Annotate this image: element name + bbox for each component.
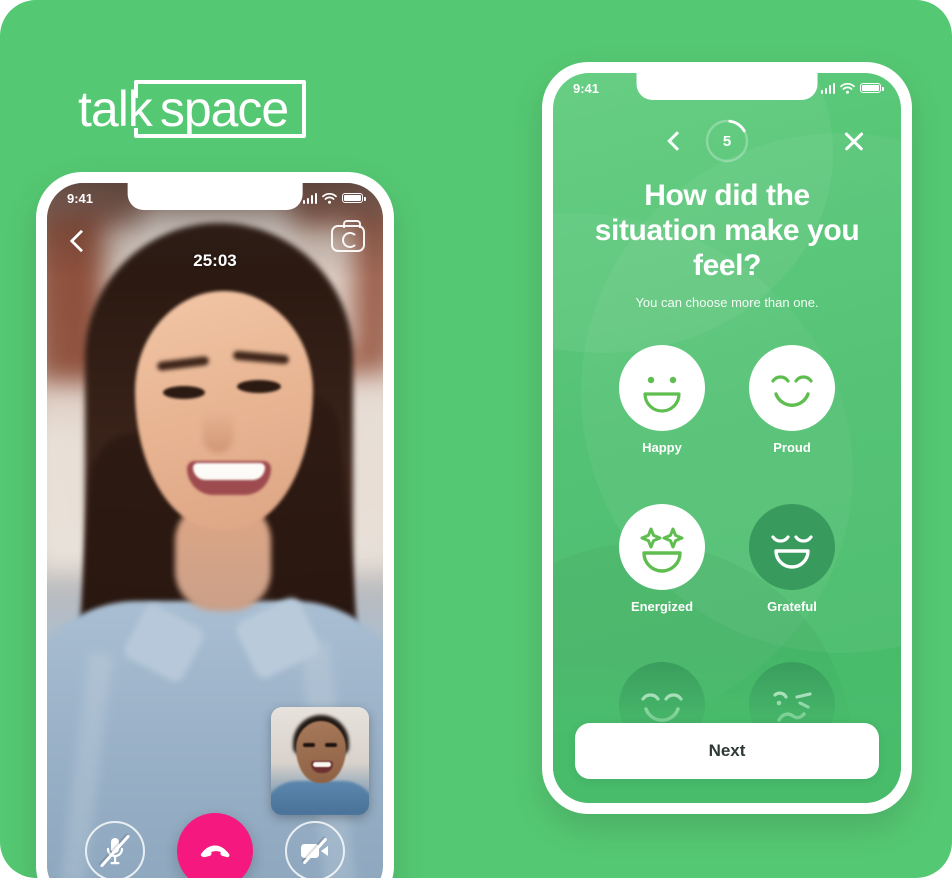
battery-icon xyxy=(342,192,366,204)
back-chevron-icon[interactable] xyxy=(663,130,685,152)
logo-box-outline: space xyxy=(133,80,307,138)
wifi-icon xyxy=(840,82,855,94)
energized-face-icon xyxy=(619,503,705,590)
emotion-label: Energized xyxy=(630,598,694,614)
self-view-teeth xyxy=(313,762,331,767)
signal-bars-icon xyxy=(302,192,317,204)
mood-picker-phone-mockup: 9:41 5 How did the situation make you fe… xyxy=(542,62,912,814)
mood-nav-bar: 5 xyxy=(553,119,901,163)
self-view-eye-right xyxy=(325,743,337,747)
video-call-phone-mockup: 9:41 25:03 xyxy=(36,172,394,878)
emotion-label: Proud xyxy=(773,440,811,455)
step-number: 5 xyxy=(722,132,732,150)
battery-icon xyxy=(860,82,884,94)
page-title: How did the situation make you feel? xyxy=(594,179,860,282)
stop-video-button[interactable] xyxy=(285,821,345,878)
logo-word-talk: talk xyxy=(78,81,153,137)
mood-background: 9:41 5 How did the situation make you fe… xyxy=(553,73,901,803)
grateful-face-icon xyxy=(749,503,835,590)
phone-notch xyxy=(636,73,818,100)
status-bar-indicators xyxy=(302,192,366,204)
mood-picker-screen: 9:41 5 How did the situation make you fe… xyxy=(553,73,901,803)
emotion-option-proud[interactable]: Proud xyxy=(732,345,852,486)
emotion-label: Happy xyxy=(642,440,682,455)
emotion-label: Grateful xyxy=(767,598,817,614)
video-call-screen: 9:41 25:03 xyxy=(47,183,383,878)
next-button-container: Next xyxy=(575,723,879,779)
phone-hangup-icon xyxy=(200,845,230,858)
eye-left xyxy=(163,386,205,399)
teeth xyxy=(193,463,265,480)
happy-face-icon xyxy=(619,345,705,431)
signal-bars-icon xyxy=(820,82,835,94)
self-view-eye-left xyxy=(303,743,315,747)
proud-face-icon xyxy=(749,345,835,431)
close-x-icon[interactable] xyxy=(841,128,867,154)
page-subtitle: You can choose more than one. xyxy=(635,295,819,310)
mute-microphone-button[interactable] xyxy=(85,821,145,878)
call-controls xyxy=(47,813,383,878)
logo-word-space: space xyxy=(159,81,289,137)
talkspace-logo: talk space xyxy=(78,80,307,138)
next-button[interactable]: Next xyxy=(575,723,879,779)
self-view-shirt xyxy=(271,781,369,815)
emotion-option-energized[interactable]: Energized xyxy=(602,503,722,645)
promo-canvas: talk space 9:41 25:03 9:41 5 How did the… xyxy=(0,0,952,878)
self-view-thumbnail[interactable] xyxy=(271,707,369,815)
status-bar-indicators xyxy=(820,82,884,94)
step-progress-ring: 5 xyxy=(705,119,749,163)
eye-right xyxy=(237,380,281,393)
emotion-option-grateful[interactable]: Grateful xyxy=(732,503,852,645)
phone-notch xyxy=(127,183,303,210)
emotion-option-happy[interactable]: Happy xyxy=(602,345,722,486)
wifi-icon xyxy=(322,192,337,204)
call-timer: 25:03 xyxy=(193,251,237,270)
status-bar-time: 9:41 xyxy=(573,80,600,96)
self-view-face xyxy=(296,721,346,783)
camera-flip-icon[interactable] xyxy=(331,220,365,252)
nose xyxy=(203,411,233,453)
status-bar-time: 9:41 xyxy=(67,190,94,206)
end-call-button[interactable] xyxy=(177,813,253,878)
